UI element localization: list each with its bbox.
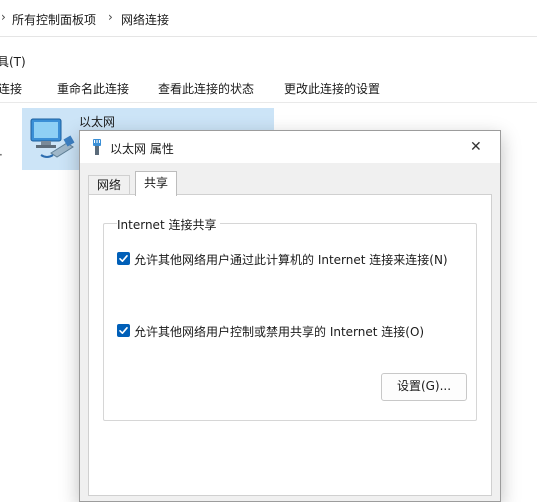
breadcrumb-item-all-control-panel[interactable]: 所有控制面板项	[12, 11, 96, 28]
network-connection-name: 以太网	[79, 115, 116, 129]
ethernet-adapter-icon	[30, 118, 75, 158]
close-icon: ✕	[470, 139, 482, 155]
settings-button[interactable]: 设置(G)...	[381, 373, 467, 401]
allow-share-label: 允许其他网络用户通过此计算机的 Internet 连接来连接(N)	[134, 253, 448, 267]
checkmark-icon	[119, 327, 128, 334]
tab-sharing[interactable]: 共享	[135, 171, 178, 196]
menu-bar: 具(T)	[0, 48, 537, 70]
sharing-tab-panel: Internet 连接共享 允许其他网络用户通过此计算机的 Internet 连…	[88, 194, 492, 496]
change-connection-settings-command[interactable]: 更改此连接的设置	[284, 80, 380, 97]
address-bar[interactable]: › 所有控制面板项 › 网络连接	[0, 0, 537, 37]
rename-connection-command[interactable]: 重命名此连接	[57, 80, 129, 97]
breadcrumb-separator: ›	[1, 10, 6, 24]
connect-command[interactable]: 连接	[0, 80, 22, 97]
breadcrumb-separator: ›	[108, 10, 113, 24]
allow-control-label: 允许其他网络用户控制或禁用共享的 Internet 连接(O)	[134, 325, 425, 339]
internet-sharing-group-title: Internet 连接共享	[117, 216, 221, 233]
menu-tools[interactable]: 具(T)	[0, 53, 26, 70]
view-connection-status-command[interactable]: 查看此连接的状态	[158, 80, 254, 97]
command-bar: 连接 重命名此连接 查看此连接的状态 更改此连接的设置	[0, 72, 537, 103]
list-marker: ·	[0, 148, 3, 162]
ethernet-plug-icon	[93, 139, 101, 155]
properties-dialog: 以太网 属性 ✕ 网络 共享 Internet 连接共享 允许其他网络用户通过此…	[79, 130, 501, 502]
checkmark-icon	[119, 255, 128, 262]
breadcrumb-item-network-connections[interactable]: 网络连接	[121, 11, 169, 28]
close-button[interactable]: ✕	[454, 131, 500, 163]
dialog-titlebar[interactable]: 以太网 属性 ✕	[80, 131, 500, 163]
tab-network[interactable]: 网络	[88, 175, 131, 195]
dialog-title: 以太网 属性	[110, 142, 174, 156]
